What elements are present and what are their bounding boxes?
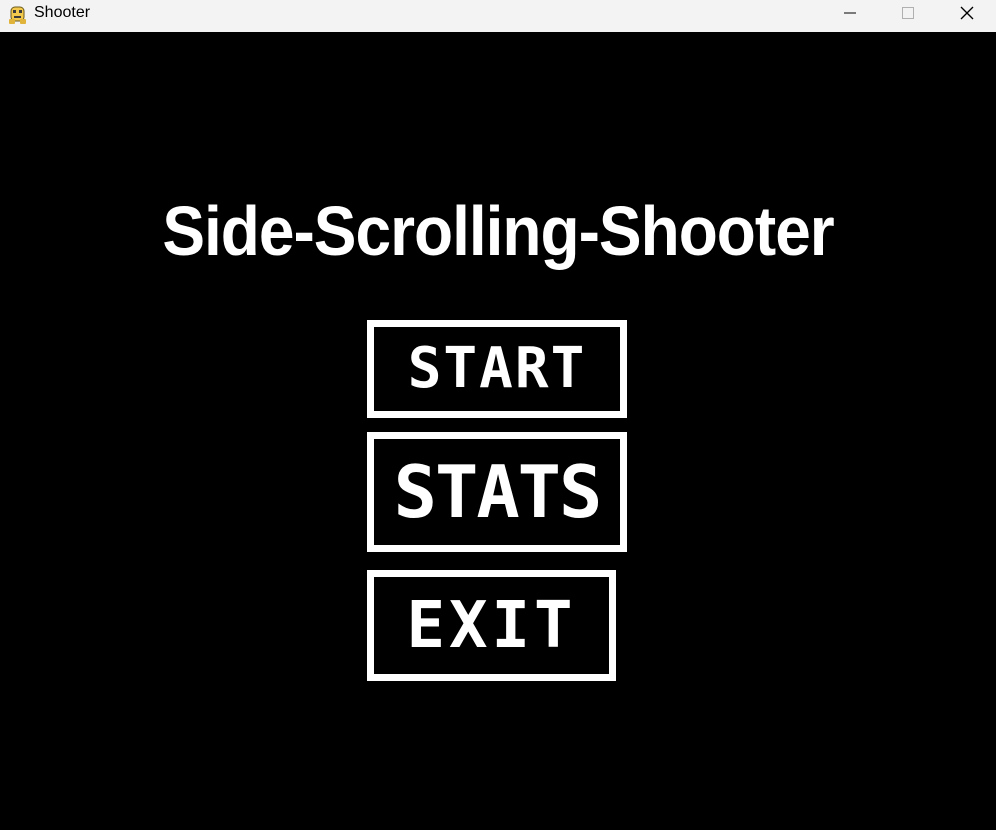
close-icon [960,6,974,20]
maximize-button[interactable] [879,0,937,26]
game-title: Side-Scrolling-Shooter [162,192,834,270]
exit-button-label: EXIT [406,588,577,663]
python-icon [8,5,28,25]
minimize-icon [844,12,856,14]
game-window: Shooter Side-Scrolling-Shooter START STA… [0,0,996,830]
stats-button-label: STATS [393,450,603,534]
minimize-button[interactable] [821,0,879,26]
start-button-label: START [407,336,587,401]
start-button[interactable]: START [367,320,627,418]
stats-button[interactable]: STATS [367,432,627,552]
title-bar[interactable]: Shooter [0,0,996,32]
close-button[interactable] [938,0,996,26]
exit-button[interactable]: EXIT [367,570,616,681]
game-canvas[interactable]: Side-Scrolling-Shooter START STATS EXIT [0,32,996,830]
window-title: Shooter [34,4,91,21]
maximize-icon [902,7,914,19]
